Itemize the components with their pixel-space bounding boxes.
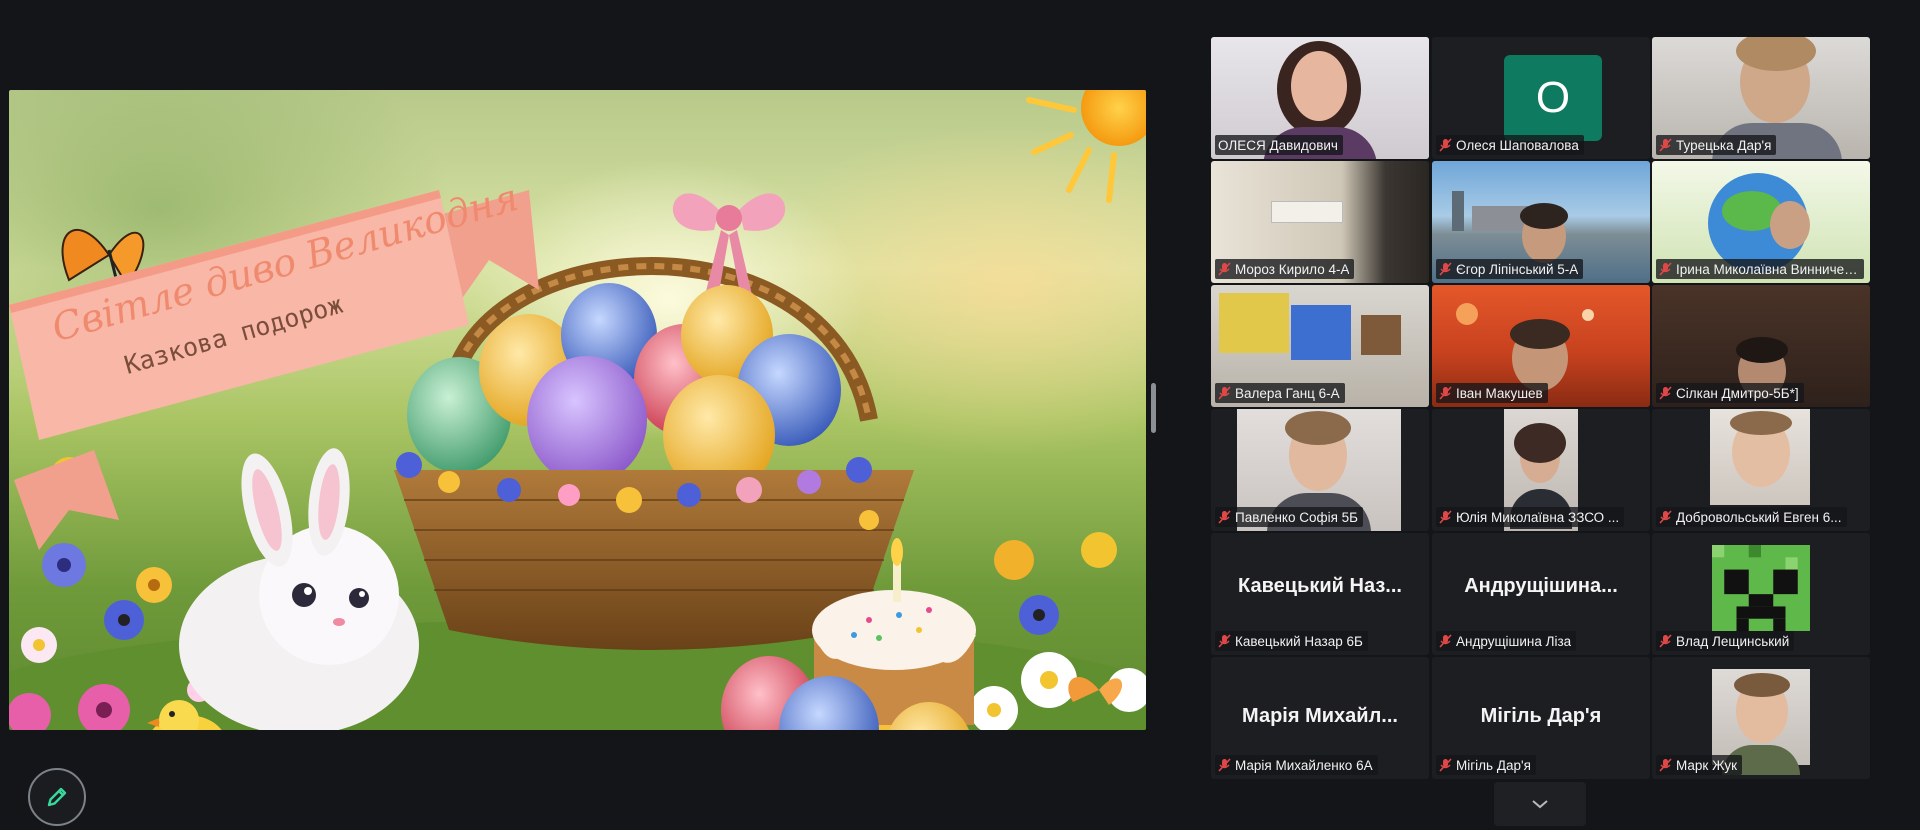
participant-name: Сілкан Дмитро-5Б*] xyxy=(1676,385,1799,401)
participant-name-bar: Єгор Ліпінський 5-А xyxy=(1436,259,1584,279)
chevron-down-icon xyxy=(1532,800,1548,809)
participant-name-bar: Мороз Кирило 4-А xyxy=(1215,259,1355,279)
mic-muted-icon xyxy=(1218,634,1231,648)
participant-name-bar: Сілкан Дмитро-5Б*] xyxy=(1656,383,1804,403)
participant-name: Мігіль Дар'я xyxy=(1456,757,1531,773)
participant-display-name: Марія Михайл... xyxy=(1242,705,1398,727)
participant-tile[interactable]: ОЛЕСЯ Давидович xyxy=(1211,37,1429,159)
participant-name-bar: Добровольський Евген 6... xyxy=(1656,507,1847,527)
participant-name: Добровольський Евген 6... xyxy=(1676,509,1842,525)
participant-name-bar: Марк Жук xyxy=(1656,755,1743,775)
pencil-icon xyxy=(47,787,67,807)
mic-muted-icon xyxy=(1659,386,1672,400)
participant-name: Іван Макушев xyxy=(1456,385,1543,401)
participant-video xyxy=(1712,669,1810,775)
participant-name: Марк Жук xyxy=(1676,757,1738,773)
participant-tile[interactable]: Влад Лещинський xyxy=(1652,533,1870,655)
creeper-icon xyxy=(1712,545,1810,631)
gallery-next-page-button[interactable] xyxy=(1494,782,1586,826)
participant-tile[interactable]: Валера Ганц 6-А xyxy=(1211,285,1429,407)
bunny xyxy=(179,448,419,730)
participant-name-bar: Андрущішина Ліза xyxy=(1436,631,1577,651)
participant-tile[interactable]: О Олеся Шаповалова xyxy=(1432,37,1650,159)
participant-display-name: Кавецький Наз... xyxy=(1238,575,1402,597)
participant-name-bar: Юлія Миколаївна ЗЗСО ... xyxy=(1436,507,1625,527)
participant-image xyxy=(1712,545,1810,631)
participant-name: Ірина Миколаївна Винниченко xyxy=(1676,261,1859,277)
participant-video xyxy=(1710,409,1810,505)
participant-name: Турецька Дар'я xyxy=(1676,137,1772,153)
participant-name: Павленко Софія 5Б xyxy=(1235,509,1359,525)
participant-name: Мороз Кирило 4-А xyxy=(1235,261,1350,277)
sun xyxy=(1026,90,1146,203)
participant-tile[interactable]: Мороз Кирило 4-А xyxy=(1211,161,1429,283)
participant-tile[interactable]: Марк Жук xyxy=(1652,657,1870,779)
participant-tile[interactable]: Іван Макушев xyxy=(1432,285,1650,407)
mic-muted-icon xyxy=(1659,262,1672,276)
participant-name: Андрущішина Ліза xyxy=(1456,633,1572,649)
participant-tile[interactable]: Ірина Миколаївна Винниченко xyxy=(1652,161,1870,283)
participant-tile[interactable]: Кавецький Наз... Кавецький Назар 6Б xyxy=(1211,533,1429,655)
participant-name-bar: Олеся Шаповалова xyxy=(1436,135,1584,155)
participant-display-name: Мігіль Дар'я xyxy=(1480,705,1602,727)
split-resize-handle[interactable] xyxy=(1151,383,1156,433)
mic-muted-icon xyxy=(1218,262,1231,276)
mic-muted-icon xyxy=(1659,138,1672,152)
participant-name: Єгор Ліпінський 5-А xyxy=(1456,261,1579,277)
participant-tile[interactable]: Андрущішина... Андрущішина Ліза xyxy=(1432,533,1650,655)
shared-screen: Світле диво Великодня Казкова подорож xyxy=(9,90,1146,730)
participant-name-bar: Влад Лещинський xyxy=(1656,631,1795,651)
annotate-button[interactable] xyxy=(28,768,86,826)
mic-muted-icon xyxy=(1218,386,1231,400)
participant-name: Марія Михайленко 6А xyxy=(1235,757,1373,773)
mic-muted-icon xyxy=(1439,138,1452,152)
participant-display-name: Андрущішина... xyxy=(1464,575,1618,597)
easter-illustration xyxy=(9,90,1146,730)
participant-name-bar: Валера Ганц 6-А xyxy=(1215,383,1345,403)
mic-muted-icon xyxy=(1659,510,1672,524)
participant-name-bar: Мігіль Дар'я xyxy=(1436,755,1536,775)
participant-name: Олеся Шаповалова xyxy=(1456,137,1579,153)
mic-muted-icon xyxy=(1439,262,1452,276)
participant-tile[interactable]: Сілкан Дмитро-5Б*] xyxy=(1652,285,1870,407)
participant-name-bar: Кавецький Назар 6Б xyxy=(1215,631,1368,651)
mic-muted-icon xyxy=(1659,758,1672,772)
participant-tile[interactable]: Юлія Миколаївна ЗЗСО ... xyxy=(1432,409,1650,531)
participant-tile[interactable]: Добровольський Евген 6... xyxy=(1652,409,1870,531)
participant-name-bar: Іван Макушев xyxy=(1436,383,1548,403)
participant-avatar: О xyxy=(1504,55,1602,141)
mic-muted-icon xyxy=(1439,510,1452,524)
participant-tile[interactable]: Єгор Ліпінський 5-А xyxy=(1432,161,1650,283)
participant-tile[interactable]: Мігіль Дар'я Мігіль Дар'я xyxy=(1432,657,1650,779)
participant-name-bar: Ірина Миколаївна Винниченко xyxy=(1656,259,1864,279)
participant-tile[interactable]: Турецька Дар'я xyxy=(1652,37,1870,159)
participant-tile[interactable]: Павленко Софія 5Б xyxy=(1211,409,1429,531)
participant-name: Кавецький Назар 6Б xyxy=(1235,633,1363,649)
participant-name-bar: ОЛЕСЯ Давидович xyxy=(1215,135,1343,155)
participant-name: Валера Ганц 6-А xyxy=(1235,385,1340,401)
participant-name-bar: Марія Михайленко 6А xyxy=(1215,755,1378,775)
participant-name-bar: Турецька Дар'я xyxy=(1656,135,1777,155)
participant-name-bar: Павленко Софія 5Б xyxy=(1215,507,1364,527)
participant-tile[interactable]: Марія Михайл... Марія Михайленко 6А xyxy=(1211,657,1429,779)
mic-muted-icon xyxy=(1218,758,1231,772)
participant-name: Юлія Миколаївна ЗЗСО ... xyxy=(1456,509,1620,525)
mic-muted-icon xyxy=(1439,634,1452,648)
mic-muted-icon xyxy=(1439,758,1452,772)
mic-muted-icon xyxy=(1439,386,1452,400)
participant-name: Влад Лещинський xyxy=(1676,633,1790,649)
participant-name: ОЛЕСЯ Давидович xyxy=(1218,137,1338,153)
mic-muted-icon xyxy=(1218,510,1231,524)
mic-muted-icon xyxy=(1659,634,1672,648)
